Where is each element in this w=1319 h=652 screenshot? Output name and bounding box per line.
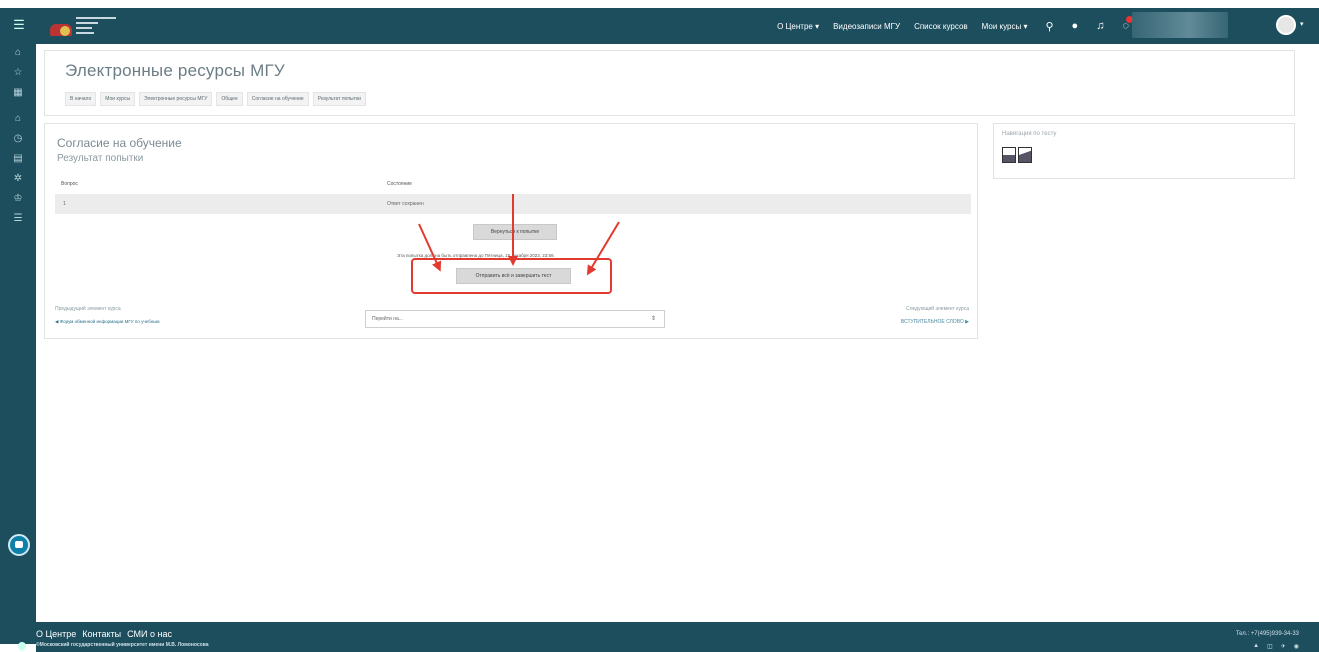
- home-icon[interactable]: ⌂: [10, 112, 26, 126]
- breadcrumb-item-my-courses[interactable]: Мои курсы: [100, 92, 136, 106]
- annotation-highlight-box: [411, 258, 612, 294]
- table-row: 1 Ответ сохранен: [55, 194, 971, 214]
- next-activity-link[interactable]: ВСТУПИТЕЛЬНОЕ СЛОВО ▶: [901, 319, 969, 325]
- jump-to-placeholder: Перейти на...: [372, 316, 403, 322]
- footer-phone: Тел.: +7(495)939-34-33: [1235, 631, 1299, 637]
- footer-socials: ▲ ◫ ✈ ◉: [1253, 643, 1299, 650]
- nav-course-list[interactable]: Список курсов: [914, 22, 968, 31]
- clock-icon[interactable]: ◷: [10, 132, 26, 146]
- breadcrumb-item-home[interactable]: В начало: [65, 92, 97, 106]
- column-header-question: Вопрос: [61, 181, 78, 187]
- footer-link-press[interactable]: СМИ о нас: [127, 629, 172, 639]
- chat-icon[interactable]: ◌: [1122, 16, 1133, 32]
- pin-icon[interactable]: ▲: [1253, 643, 1259, 650]
- breadcrumb-item-section[interactable]: Общее: [216, 92, 243, 106]
- jump-to-select[interactable]: Перейти на... ⇕: [365, 310, 665, 328]
- top-navbar: ☰ О Центре ▾ Видеозаписи МГУ Список курс…: [0, 8, 1319, 44]
- quiz-summary-panel: Согласие на обучение Результат попытки В…: [44, 123, 978, 339]
- select-arrow-icon: ⇕: [650, 316, 656, 322]
- breadcrumb: В начало Мои курсы Электронные ресурсы М…: [65, 92, 366, 106]
- question-number[interactable]: 1: [63, 201, 66, 207]
- breadcrumb-item-summary: Результат попытки: [312, 92, 366, 106]
- table-header: Вопрос Состояние: [55, 176, 971, 192]
- bell-icon[interactable]: ♫: [1096, 20, 1104, 32]
- search-icon[interactable]: ⚲: [1045, 20, 1053, 33]
- page-header: Электронные ресурсы МГУ В начало Мои кур…: [44, 50, 1295, 116]
- star-icon[interactable]: ☆: [10, 66, 26, 80]
- footer-link-about[interactable]: О Центре: [36, 629, 76, 639]
- graduation-icon[interactable]: ♔: [10, 192, 26, 206]
- breadcrumb-item-quiz[interactable]: Согласие на обучение: [246, 92, 309, 106]
- list-icon[interactable]: ☰: [10, 212, 26, 226]
- grid-icon[interactable]: ▦: [10, 86, 26, 100]
- chevron-down-icon[interactable]: ▾: [1300, 20, 1304, 28]
- chat-bubble-icon[interactable]: [8, 534, 30, 556]
- footer-links: О Центре Контакты СМИ о нас: [36, 629, 172, 639]
- quiz-navigation-title: Навигация по тесту: [1002, 131, 1057, 137]
- column-header-status: Состояние: [387, 181, 412, 187]
- globe-icon[interactable]: ●: [1072, 20, 1079, 32]
- previous-activity-link[interactable]: ◀ Форум обменной информации МГУ по учебн…: [55, 319, 160, 325]
- telegram-icon[interactable]: ✈: [1281, 643, 1286, 650]
- ok-icon[interactable]: ◉: [1294, 643, 1299, 650]
- user-name-blurred[interactable]: [1132, 12, 1228, 38]
- footer-link-contacts[interactable]: Контакты: [82, 629, 121, 639]
- gear-icon[interactable]: ✲: [10, 172, 26, 186]
- page: ☰ О Центре ▾ Видеозаписи МГУ Список курс…: [0, 0, 1319, 652]
- hamburger-icon[interactable]: ☰: [12, 18, 26, 32]
- calendar-icon[interactable]: ▤: [10, 152, 26, 166]
- previous-activity-label: Предыдущий элемент курса: [55, 306, 121, 312]
- site-logo[interactable]: [50, 14, 120, 38]
- breadcrumb-item-course[interactable]: Электронные ресурсы МГУ: [139, 92, 213, 106]
- next-activity-label: Следующий элемент курса: [905, 306, 969, 312]
- quiz-title: Согласие на обучение: [57, 136, 182, 150]
- footer-copyright: ©Московский государственный университет …: [36, 642, 209, 648]
- quiz-navigation-block: Навигация по тесту: [993, 123, 1295, 179]
- quiz-nav-cell[interactable]: [1002, 147, 1016, 163]
- nav-videos[interactable]: Видеозаписи МГУ: [833, 22, 900, 31]
- avatar[interactable]: [1276, 15, 1296, 35]
- return-to-attempt-button[interactable]: Вернуться к попытке: [473, 224, 557, 240]
- quiz-subtitle: Результат попытки: [57, 153, 144, 164]
- left-sidebar: ⌂ ☆ ▦ ⌂ ◷ ▤ ✲ ♔ ☰: [0, 44, 36, 644]
- footer: О Центре Контакты СМИ о нас ©Московский …: [16, 622, 1319, 652]
- top-nav-menu: О Центре ▾ Видеозаписи МГУ Список курсов…: [777, 8, 1133, 44]
- question-status: Ответ сохранен: [387, 201, 424, 207]
- nav-my-courses[interactable]: Мои курсы ▾: [982, 22, 1028, 31]
- nav-about[interactable]: О Центре ▾: [777, 22, 819, 31]
- vk-icon[interactable]: ◫: [1267, 643, 1273, 650]
- page-title: Электронные ресурсы МГУ: [65, 61, 285, 80]
- dashboard-icon[interactable]: ⌂: [10, 46, 26, 60]
- quiz-nav-cell[interactable]: [1018, 147, 1032, 163]
